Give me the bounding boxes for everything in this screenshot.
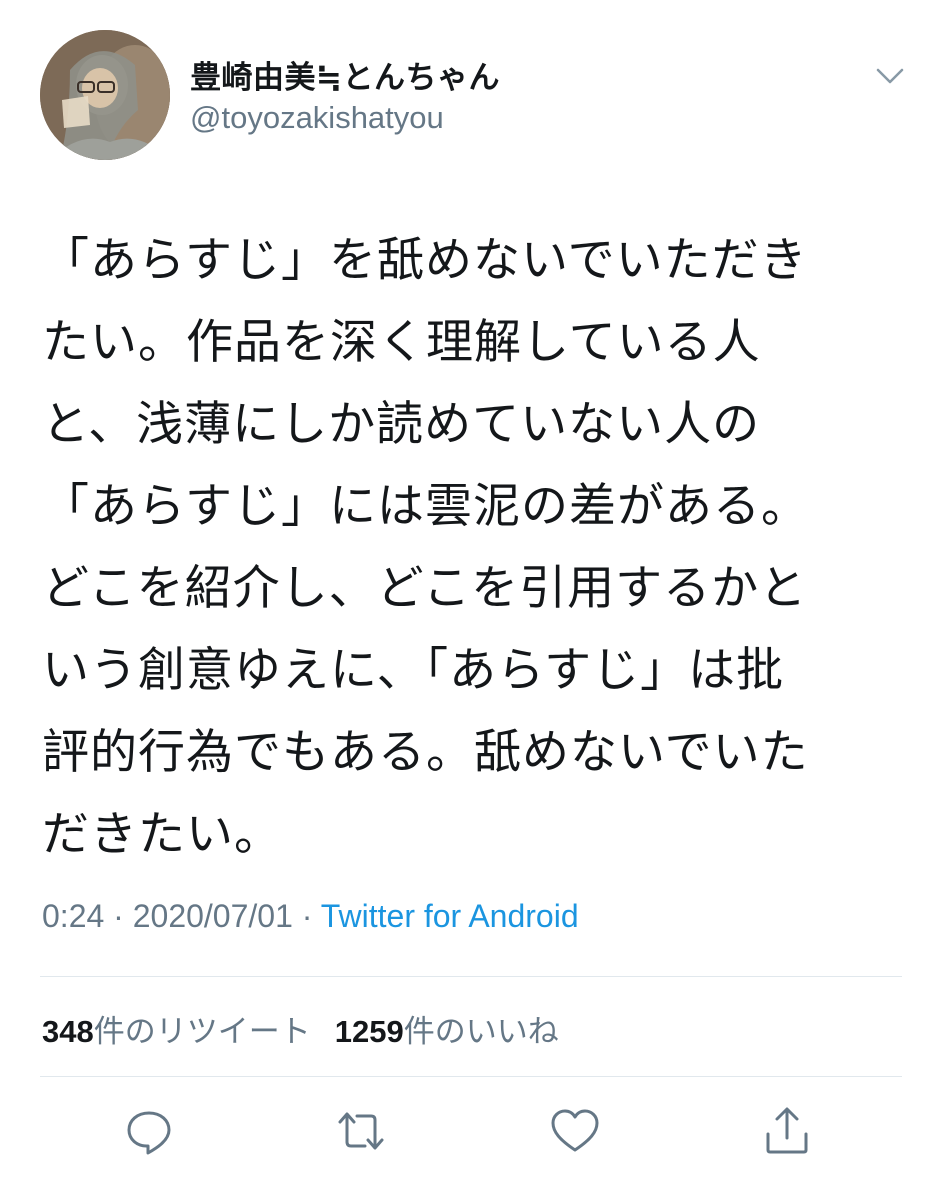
reply-icon [127,1111,171,1155]
user-display-name[interactable]: 豊崎由美≒とんちゃん [190,52,500,97]
tweet-text-line: いう創意ゆえに、「あらすじ」は批 [42,643,785,698]
tweet-date: 2020/07/01 [132,898,293,934]
tweet-text-line: 評的行為でもある。舐めないでいた [42,725,809,780]
tweet-text: 「あらすじ」を舐めないでいただき たい。作品を深く理解している人 と、浅薄にしか… [42,220,882,876]
tweet-text-line: たい。作品を深く理解している人 [42,315,761,370]
tweet-text-line: だきたい。 [42,807,282,862]
divider [40,976,902,977]
retweet-button[interactable] [334,1104,388,1158]
user-avatar[interactable] [40,30,170,160]
tweet-text-line: 「あらすじ」を舐めないでいただき [42,233,808,288]
divider [40,1076,902,1077]
user-handle[interactable]: @toyozakishatyou [190,100,444,136]
chevron-down-icon[interactable] [870,58,910,94]
tweet-text-line: どこを紹介し、どこを引用するかと [42,561,808,616]
retweet-icon [338,1112,384,1150]
share-button[interactable] [760,1104,814,1158]
retweet-stat[interactable]: 348件のリツイート [42,1014,311,1050]
tweet-time: 0:24 [42,898,105,934]
meta-separator: · [113,898,124,934]
like-label: 件のいいね [403,1014,559,1050]
tweet-meta: 0:24 · 2020/07/01 · Twitter for Android [42,898,579,935]
retweet-count: 348 [42,1014,94,1049]
like-button[interactable] [548,1104,602,1158]
tweet-text-line: 「あらすじ」には雲泥の差がある。 [42,479,810,534]
heart-icon [551,1109,599,1152]
tweet-source-link[interactable]: Twitter for Android [321,898,579,934]
retweet-label: 件のリツイート [93,1014,311,1050]
meta-separator: · [301,898,313,934]
avatar-photo-icon [40,30,170,160]
tweet-card: 豊崎由美≒とんちゃん @toyozakishatyou 「あらすじ」を舐めないで… [0,0,942,1200]
like-count: 1259 [334,1014,404,1049]
tweet-stats: 348件のリツイート 1259件のいいね [42,1006,559,1051]
share-icon [766,1107,808,1154]
reply-button[interactable] [122,1104,176,1158]
like-stat[interactable]: 1259件のいいね [335,1014,559,1050]
tweet-text-line: と、浅薄にしか読めていない人の [42,397,761,452]
